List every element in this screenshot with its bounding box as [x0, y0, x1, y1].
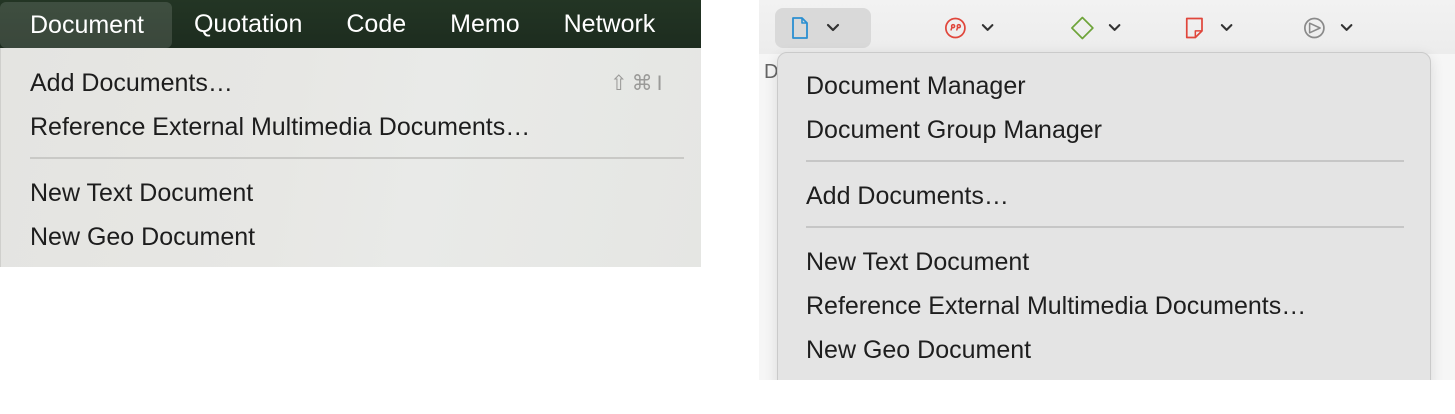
- menu-item-add-documents[interactable]: Add Documents…: [806, 180, 1009, 212]
- menu-item-new-geo-document[interactable]: New Geo Document: [30, 221, 255, 253]
- menu-separator: [806, 226, 1404, 228]
- code-diamond-icon: [1071, 16, 1094, 40]
- menu-item-document-manager[interactable]: Document Manager: [806, 70, 1026, 102]
- toolbar-document-button[interactable]: [775, 8, 871, 48]
- document-menu-dropdown: Add Documents… ⇧⌘I Reference External Mu…: [0, 48, 701, 267]
- menubar-item-quotation[interactable]: Quotation: [172, 0, 324, 48]
- document-toolbar-dropdown: Document Manager Document Group Manager …: [777, 52, 1431, 380]
- menubar-item-network[interactable]: Network: [542, 0, 678, 48]
- menu-item-document-group-manager[interactable]: Document Group Manager: [806, 114, 1102, 146]
- menu-item-new-geo-document[interactable]: New Geo Document: [806, 334, 1031, 366]
- memo-note-icon: [1185, 17, 1203, 39]
- menu-item-reference-external-multimedia[interactable]: Reference External Multimedia Documents…: [30, 111, 530, 143]
- right-panel: D Document Manager Document Group Manage…: [759, 0, 1455, 380]
- document-icon: [792, 17, 808, 39]
- add-documents-shortcut: ⇧⌘I: [610, 72, 667, 95]
- menubar-item-document[interactable]: Document: [0, 1, 172, 48]
- toolbar-memo-button[interactable]: [1170, 8, 1246, 48]
- toolbar: [759, 0, 1455, 54]
- menu-item-reference-external-multimedia[interactable]: Reference External Multimedia Documents…: [806, 290, 1306, 322]
- left-panel: Document Quotation Code Memo Network Add…: [0, 0, 701, 267]
- menu-item-new-text-document[interactable]: New Text Document: [806, 246, 1029, 278]
- toolbar-quotation-button[interactable]: [931, 8, 1007, 48]
- chevron-down-icon: [826, 23, 840, 32]
- chevron-down-icon: [1108, 24, 1121, 31]
- toolbar-network-button[interactable]: [1290, 8, 1366, 48]
- chevron-down-icon: [981, 24, 994, 31]
- menubar: Document Quotation Code Memo Network: [0, 0, 701, 48]
- menu-separator: [806, 160, 1404, 162]
- menubar-item-code[interactable]: Code: [324, 0, 428, 48]
- network-icon: [1304, 17, 1325, 39]
- screenshot-stage: Document Quotation Code Memo Network Add…: [0, 0, 1455, 414]
- menu-separator: [30, 157, 684, 159]
- menu-item-add-documents[interactable]: Add Documents…: [30, 67, 233, 99]
- toolbar-code-button[interactable]: [1058, 8, 1134, 48]
- quotation-icon: [945, 17, 966, 39]
- chevron-down-icon: [1220, 24, 1233, 31]
- chevron-down-icon: [1340, 24, 1353, 31]
- menubar-item-memo[interactable]: Memo: [428, 0, 541, 48]
- menu-item-new-text-document[interactable]: New Text Document: [30, 177, 253, 209]
